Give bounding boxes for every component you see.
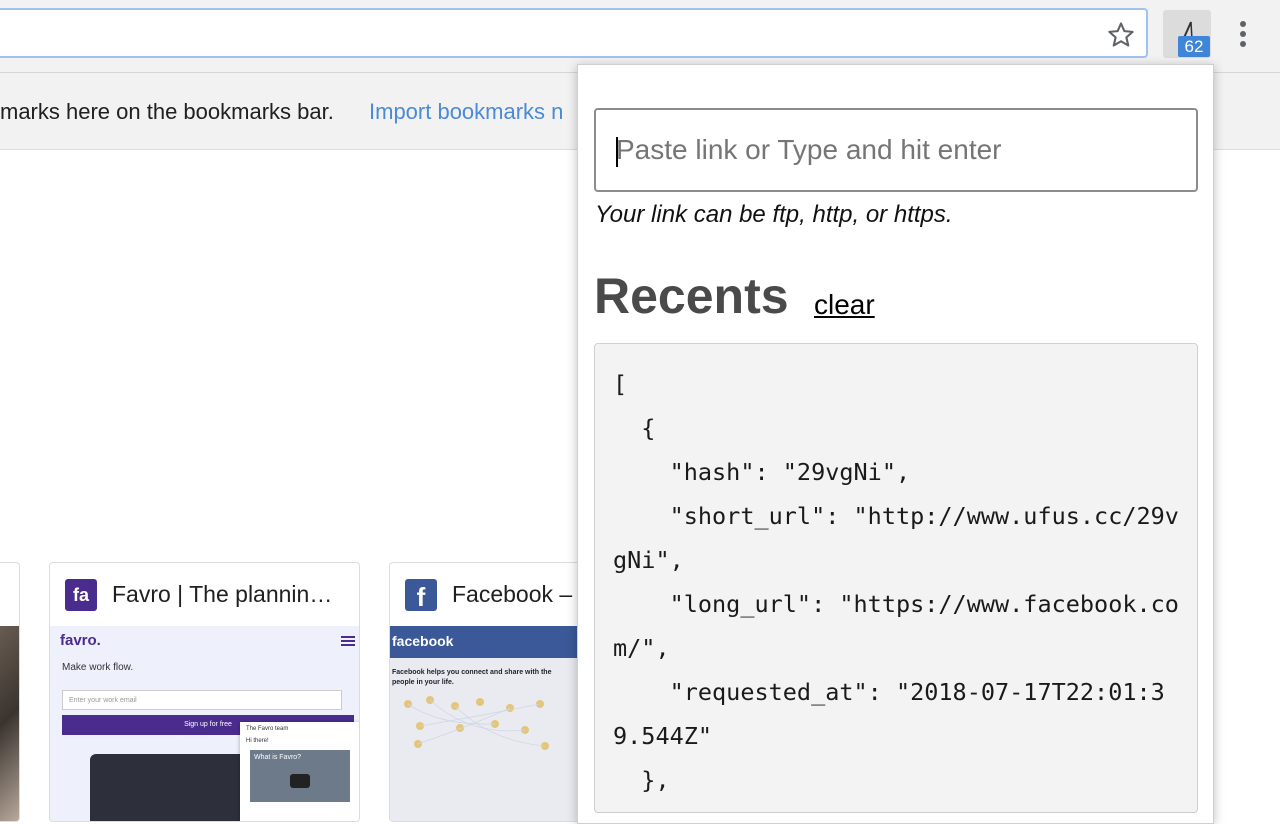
facebook-icon: f — [405, 579, 437, 612]
recents-json-box[interactable]: [ { "hash": "29vgNi", "short_url": "http… — [594, 343, 1198, 813]
most-visited-tile-favro[interactable]: fa Favro | The plannin… favro. Make work… — [49, 562, 360, 822]
input-hint: Your link can be ftp, http, or https. — [595, 201, 953, 228]
thumb-video-title: What is Favro? — [254, 754, 302, 761]
most-visited-tile-partial[interactable] — [0, 562, 20, 822]
most-visited-tile-facebook[interactable]: f Facebook – facebook Facebook helps you… — [389, 562, 589, 822]
thumb-chat-title: The Favro team — [246, 726, 289, 732]
clear-recents-link[interactable]: clear — [814, 289, 875, 321]
text-caret — [616, 137, 618, 167]
browser-toolbar: 62 — [0, 0, 1280, 73]
thumb-email: Enter your work email — [62, 690, 342, 710]
thumb-chat: The Favro team Hi there! What is Favro? — [240, 722, 359, 821]
play-icon — [290, 774, 310, 788]
thumb-brand: facebook — [392, 633, 454, 649]
favro-icon: fa — [65, 579, 97, 611]
thumb-menu-icon-mid — [341, 640, 355, 642]
thumb-headline: Make work flow. — [62, 662, 134, 673]
recents-json: [ { "hash": "29vgNi", "short_url": "http… — [613, 370, 1179, 794]
url-shortener-popup: Your link can be ftp, http, or https. Re… — [577, 64, 1214, 824]
tile-thumbnail: facebook Facebook helps you connect and … — [390, 626, 588, 821]
thumb-people-network — [404, 696, 549, 750]
recents-heading: Recents — [594, 268, 789, 324]
thumb-text: Facebook helps you connect and share wit… — [392, 669, 552, 686]
tile-title: Favro | The plannin… — [112, 581, 333, 607]
browser-menu-icon[interactable] — [1228, 16, 1258, 52]
address-bar[interactable] — [0, 8, 1148, 58]
thumb-video: What is Favro? — [250, 750, 350, 802]
tile-title: Facebook – — [452, 581, 573, 607]
thumb-header: facebook — [390, 626, 588, 658]
link-input[interactable] — [594, 108, 1198, 192]
extension-badge: 62 — [1178, 36, 1210, 57]
tile-thumbnail: favro. Make work flow. Enter your work e… — [50, 626, 359, 821]
import-bookmarks-link[interactable]: Import bookmarks n — [369, 99, 563, 125]
thumb-chat-msg: Hi there! — [246, 738, 269, 744]
bookmark-star-icon[interactable] — [1104, 18, 1138, 52]
bookmarks-bar-message: marks here on the bookmarks bar. — [0, 99, 334, 124]
thumb-brand: favro. — [60, 632, 101, 649]
